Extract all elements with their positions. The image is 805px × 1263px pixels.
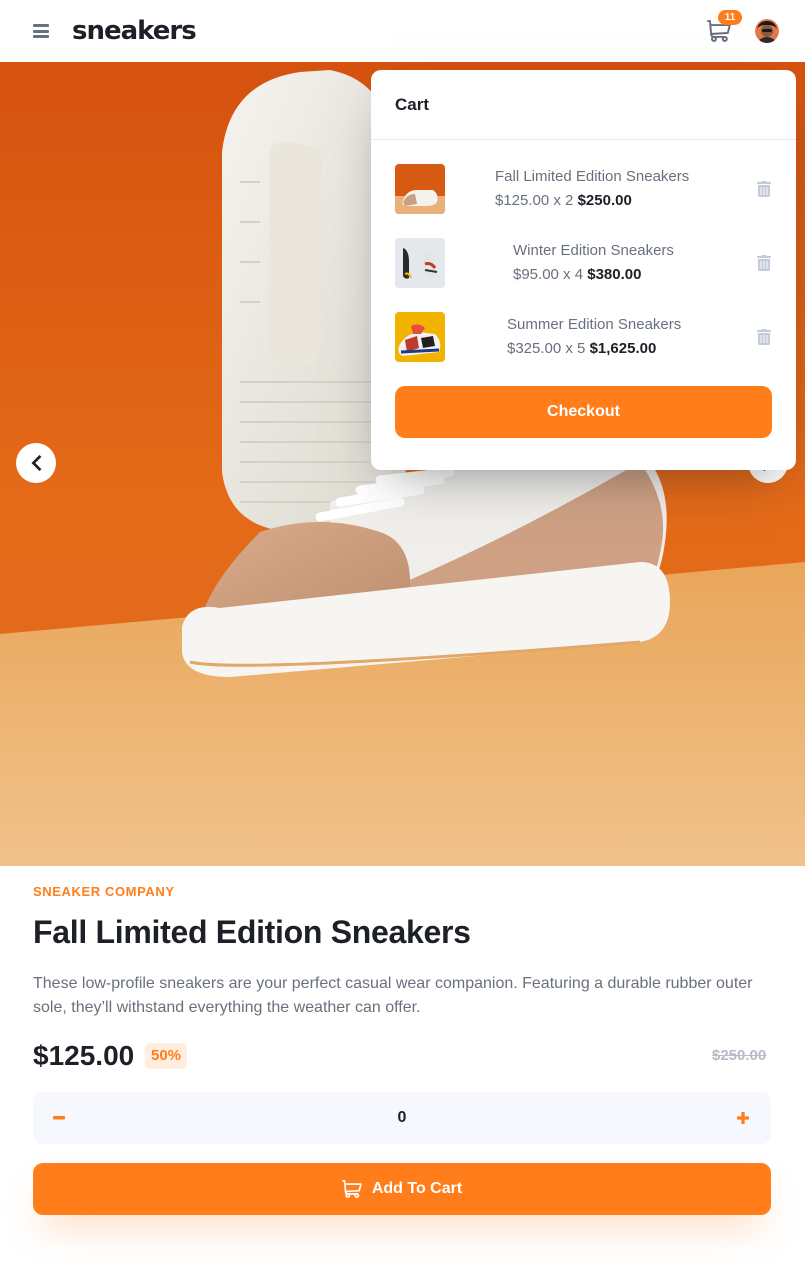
cart-item-price-line: $125.00 x 2 $250.00 — [495, 189, 689, 213]
discount-badge: 50% — [145, 1043, 188, 1069]
cart-item-unit-price: $95.00 x 4 — [513, 266, 584, 283]
cart-item-name: Fall Limited Edition Sneakers — [495, 168, 690, 185]
header-actions: 11 — [707, 10, 781, 45]
cart-item-unit-price: $125.00 x 2 — [495, 192, 574, 209]
cart-title: Cart — [371, 70, 796, 140]
cart-item-total: $380.00 — [587, 266, 642, 283]
company-name: SNEAKER COMPANY — [33, 884, 175, 899]
trash-icon[interactable] — [757, 181, 771, 197]
cart-item: Fall Limited Edition Sneakers $125.00 x … — [395, 164, 772, 214]
plus-icon — [737, 1112, 749, 1124]
cart-item: Summer Edition Sneakers $325.00 x 5 $1,6… — [395, 312, 772, 362]
cart-item-total: $1,625.00 — [589, 340, 657, 357]
cart-dropdown: Cart Fall Limited Edition Sneakers $125.… — [371, 70, 796, 470]
current-price: $125.00 — [33, 1040, 135, 1071]
product-title: Fall Limited Edition Sneakers — [33, 914, 471, 950]
product-description: These low-profile sneakers are your perf… — [33, 975, 753, 1016]
cart-item-thumbnail — [395, 312, 445, 362]
cart-item-price-line: $95.00 x 4 $380.00 — [513, 263, 674, 287]
increase-quantity-button[interactable] — [737, 1092, 751, 1144]
chevron-left-icon — [31, 455, 42, 471]
add-to-cart-button[interactable]: Add To Cart — [33, 1163, 771, 1215]
cart-item-thumbnail — [395, 238, 445, 288]
cart-item-info: Summer Edition Sneakers $325.00 x 5 $1,6… — [507, 313, 681, 361]
trash-icon[interactable] — [757, 329, 771, 345]
cart-item: Winter Edition Sneakers $95.00 x 4 $380.… — [395, 238, 772, 288]
cart-item-name: Summer Edition Sneakers — [507, 316, 682, 333]
original-price: $250.00 — [712, 1047, 767, 1064]
cart-item-unit-price: $325.00 x 5 — [507, 340, 586, 357]
cart-count-badge: 11 — [718, 10, 742, 25]
cart-icon — [341, 1180, 362, 1198]
quantity-stepper: 0 — [33, 1092, 771, 1144]
cart-item-info: Fall Limited Edition Sneakers $125.00 x … — [495, 165, 689, 213]
cart-item-thumbnail — [395, 164, 445, 214]
cart-item-total: $250.00 — [577, 192, 632, 209]
cart-item-price-line: $325.00 x 5 $1,625.00 — [507, 337, 681, 361]
logo[interactable]: sneakers — [72, 16, 197, 46]
avatar[interactable] — [753, 17, 781, 45]
cart-button[interactable]: 11 — [707, 10, 742, 42]
menu-icon[interactable] — [33, 24, 49, 38]
site-header: sneakers 11 — [0, 0, 805, 62]
cart-item-info: Winter Edition Sneakers $95.00 x 4 $380.… — [513, 239, 674, 287]
cart-item-name: Winter Edition Sneakers — [513, 242, 674, 259]
checkout-button[interactable]: Checkout — [395, 386, 772, 438]
trash-icon[interactable] — [757, 255, 771, 271]
avatar-image — [755, 19, 779, 43]
previous-image-button[interactable] — [16, 443, 56, 483]
add-to-cart-label: Add To Cart — [371, 1180, 463, 1197]
quantity-value[interactable]: 0 — [33, 1092, 771, 1144]
